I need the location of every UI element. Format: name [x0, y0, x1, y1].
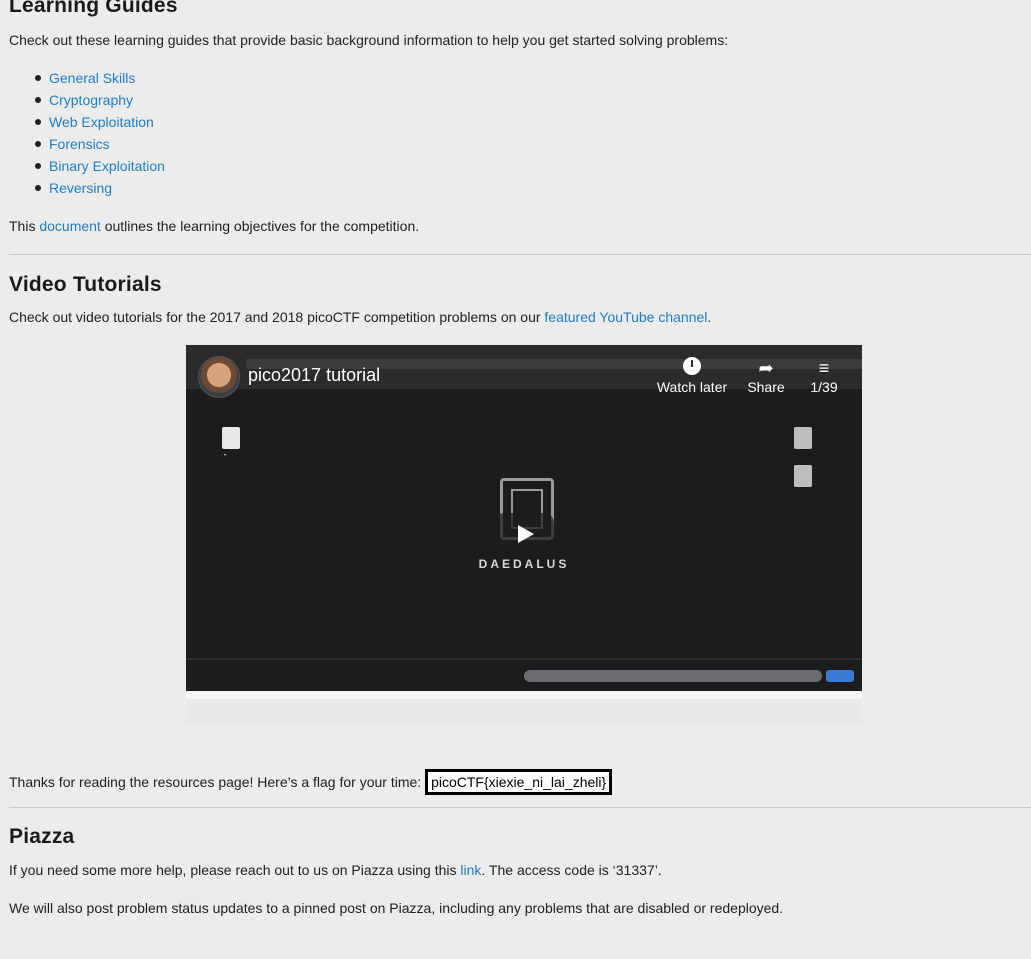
- guide-link-reversing[interactable]: Reversing: [49, 180, 112, 196]
- share-arrow-icon: ➦: [758, 358, 774, 378]
- playlist-icon: ≡: [818, 358, 830, 378]
- piazza-updates-text: We will also post problem status updates…: [9, 900, 784, 916]
- video-tutorials-text: Check out video tutorials for the 2017 a…: [9, 306, 711, 328]
- youtube-channel-link[interactable]: featured YouTube channel: [544, 309, 707, 325]
- video-taskbar: [186, 699, 862, 725]
- list-item: Binary Exploitation: [35, 155, 165, 177]
- channel-avatar[interactable]: [198, 356, 240, 398]
- guide-link-cryptography[interactable]: Cryptography: [49, 92, 133, 108]
- piazza-heading: Piazza: [9, 825, 75, 848]
- video-text-prefix: Check out video tutorials for the 2017 a…: [9, 309, 545, 325]
- play-icon[interactable]: [494, 513, 554, 555]
- flag-prefix: Thanks for reading the resources page! H…: [9, 774, 426, 790]
- list-item: General Skills: [35, 67, 165, 89]
- flag-text: Thanks for reading the resources page! H…: [9, 769, 613, 795]
- doc-text-prefix: This: [9, 218, 40, 234]
- video-text-suffix: .: [707, 309, 712, 325]
- video-tutorials-heading: Video Tutorials: [9, 273, 162, 296]
- doc-text-suffix: outlines the learning objectives for the…: [100, 218, 420, 234]
- list-item: Reversing: [35, 177, 165, 199]
- guide-link-web-exploitation[interactable]: Web Exploitation: [49, 114, 154, 130]
- video-brand-text: DAEDALUS: [478, 557, 570, 571]
- learning-guides-heading: Learning Guides: [9, 0, 178, 17]
- learning-guides-list: General Skills Cryptography Web Exploita…: [9, 67, 165, 199]
- watch-later-label: Watch later: [656, 379, 728, 395]
- playlist-button[interactable]: ≡ 1/39: [802, 357, 846, 395]
- bullet-icon: [35, 163, 41, 169]
- desktop-label: •: [224, 453, 227, 459]
- playlist-count: 1/39: [810, 379, 838, 395]
- video-blue-button: [826, 670, 854, 682]
- clock-icon: [654, 357, 730, 379]
- watch-later-button[interactable]: Watch later: [654, 357, 730, 395]
- bullet-icon: [35, 119, 41, 125]
- piazza-text-suffix: . The access code is ‘31337’.: [481, 862, 662, 878]
- bullet-icon: [35, 141, 41, 147]
- flag-value: picoCTF{xiexie_ni_lai_zheli}: [425, 769, 613, 795]
- share-label: Share: [747, 379, 785, 395]
- list-item: Cryptography: [35, 89, 165, 111]
- video-window-strip: [186, 691, 862, 699]
- piazza-text-prefix: If you need some more help, please reach…: [9, 862, 461, 878]
- guide-link-forensics[interactable]: Forensics: [49, 136, 110, 152]
- bullet-icon: [35, 75, 41, 81]
- piazza-link[interactable]: link: [460, 862, 481, 878]
- desktop-file-icon: [222, 427, 240, 449]
- learning-guides-intro: Check out these learning guides that pro…: [9, 32, 729, 48]
- piazza-help-text: If you need some more help, please reach…: [9, 859, 662, 881]
- video-title[interactable]: pico2017 tutorial: [248, 365, 380, 386]
- video-search-bar: [524, 670, 822, 682]
- guide-link-binary-exploitation[interactable]: Binary Exploitation: [49, 158, 165, 174]
- document-link[interactable]: document: [39, 218, 100, 234]
- divider: [9, 807, 1031, 808]
- folder-icon: [794, 465, 812, 487]
- learning-objectives-text: This document outlines the learning obje…: [9, 215, 419, 237]
- guide-link-general-skills[interactable]: General Skills: [49, 70, 135, 86]
- video-divider: [186, 658, 862, 660]
- youtube-video-player[interactable]: pico2017 tutorial Watch later ➦ Share ≡ …: [186, 345, 862, 725]
- bullet-icon: [35, 185, 41, 191]
- list-item: Web Exploitation: [35, 111, 165, 133]
- bullet-icon: [35, 97, 41, 103]
- computer-icon: [794, 427, 812, 449]
- divider: [9, 254, 1031, 255]
- share-button[interactable]: ➦ Share: [744, 357, 788, 395]
- list-item: Forensics: [35, 133, 165, 155]
